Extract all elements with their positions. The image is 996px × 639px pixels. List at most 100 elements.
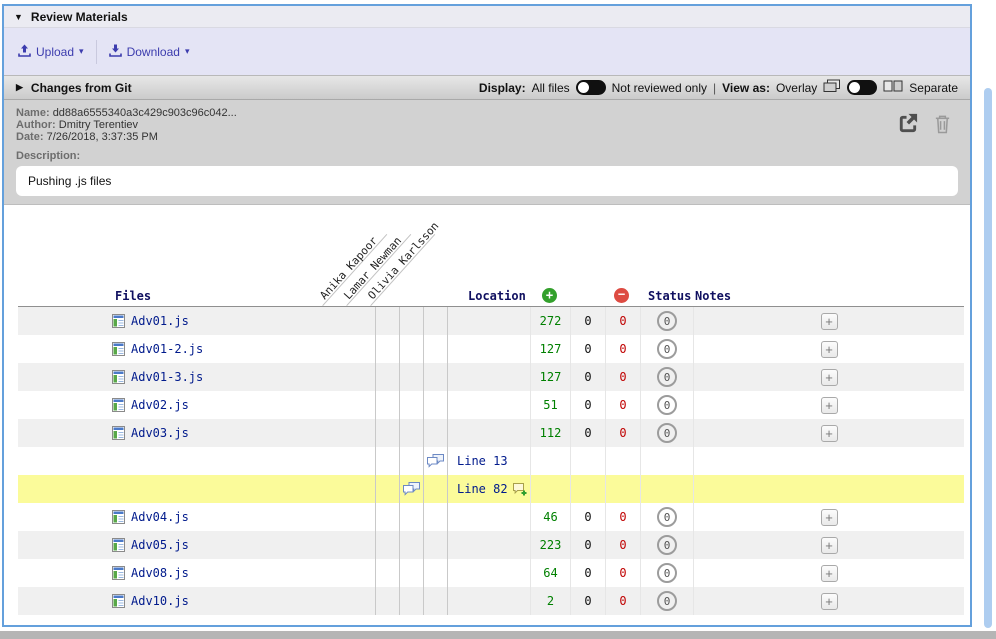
add-note-button[interactable]: +	[821, 313, 838, 330]
status-cell: 0	[640, 531, 693, 559]
download-label: Download	[127, 45, 180, 59]
file-link[interactable]: Adv08.js	[131, 566, 189, 580]
status-badge[interactable]: 0	[657, 311, 677, 331]
reviewer-cell	[375, 363, 399, 391]
file-row: Adv01.js272000+	[18, 307, 964, 335]
add-note-button[interactable]: +	[821, 593, 838, 610]
section-header[interactable]: ▶ Changes from Git	[16, 81, 132, 95]
file-icon	[112, 510, 125, 524]
description-text: Pushing .js files	[28, 174, 111, 188]
removed-count	[605, 475, 640, 503]
location-cell	[447, 363, 530, 391]
reviewer-cell	[399, 335, 423, 363]
notes-cell: +	[693, 419, 964, 447]
file-link[interactable]: Adv02.js	[131, 398, 189, 412]
removed-count: 0	[605, 335, 640, 363]
changelist-metadata: Name: dd88a6555340a3c429c903c96c042... A…	[4, 100, 970, 205]
row-gutter	[18, 419, 110, 447]
file-link[interactable]: Adv04.js	[131, 510, 189, 524]
download-button[interactable]: Download ▾	[109, 44, 190, 60]
file-cell: Adv01-3.js	[110, 363, 375, 391]
display-option-not-reviewed[interactable]: Not reviewed only	[612, 81, 707, 95]
file-icon	[112, 594, 125, 608]
add-note-button[interactable]: +	[821, 341, 838, 358]
add-note-button[interactable]: +	[821, 565, 838, 582]
reviewer-cell	[423, 363, 447, 391]
status-badge[interactable]: 0	[657, 339, 677, 359]
file-link[interactable]: Adv01.js	[131, 314, 189, 328]
status-cell: 0	[640, 587, 693, 615]
reviewer-cell	[423, 335, 447, 363]
reviewer-cell	[375, 391, 399, 419]
expand-triangle-icon[interactable]: ▶	[16, 82, 23, 93]
add-note-button[interactable]: +	[821, 509, 838, 526]
status-cell: 0	[640, 391, 693, 419]
row-gutter	[18, 391, 110, 419]
modified-count	[570, 447, 605, 475]
view-option-separate[interactable]: Separate	[909, 81, 958, 95]
display-toggle[interactable]	[576, 80, 606, 95]
reviewer-cell	[375, 503, 399, 531]
modified-count: 0	[570, 335, 605, 363]
status-badge[interactable]: 0	[657, 367, 677, 387]
comment-bubble-icon[interactable]	[426, 453, 445, 469]
reviewer-cell	[423, 475, 447, 503]
bottom-strip	[0, 631, 996, 639]
comment-bubble-icon[interactable]	[402, 481, 421, 497]
scrollbar-thumb[interactable]	[984, 88, 992, 628]
comment-row: Line 82	[18, 475, 964, 503]
view-toggle[interactable]	[847, 80, 877, 95]
meta-name-line: Name: dd88a6555340a3c429c903c96c042...	[16, 107, 958, 119]
file-link[interactable]: Adv10.js	[131, 594, 189, 608]
status-badge[interactable]: 0	[657, 535, 677, 555]
upload-button[interactable]: Upload ▾	[18, 44, 84, 60]
added-count: 112	[530, 419, 570, 447]
status-badge[interactable]: 0	[657, 395, 677, 415]
view-option-overlay[interactable]: Overlay	[776, 81, 817, 95]
file-row: Adv01-2.js127000+	[18, 335, 964, 363]
notes-cell: +	[693, 335, 964, 363]
row-gutter	[18, 335, 110, 363]
file-link[interactable]: Adv01-3.js	[131, 370, 203, 384]
file-link[interactable]: Adv03.js	[131, 426, 189, 440]
panel-titlebar[interactable]: ▼ Review Materials	[4, 6, 970, 28]
status-badge[interactable]: 0	[657, 591, 677, 611]
trash-icon[interactable]	[933, 113, 952, 140]
collapse-triangle-icon[interactable]: ▼	[14, 12, 23, 22]
panel-title: Review Materials	[31, 10, 128, 24]
reviewer-cell	[399, 307, 423, 335]
file-link[interactable]: Adv05.js	[131, 538, 189, 552]
display-option-all-files[interactable]: All files	[532, 81, 570, 95]
author-label: Author:	[16, 119, 56, 131]
file-row: Adv01-3.js127000+	[18, 363, 964, 391]
reviewer-cell	[399, 447, 423, 475]
file-link[interactable]: Adv01-2.js	[131, 342, 203, 356]
removed-count: 0	[605, 363, 640, 391]
location-link[interactable]: Line 13	[457, 454, 508, 468]
options-divider: |	[713, 81, 716, 95]
file-cell: Adv01-2.js	[110, 335, 375, 363]
status-badge[interactable]: 0	[657, 423, 677, 443]
location-cell	[447, 307, 530, 335]
file-row: Adv05.js223000+	[18, 531, 964, 559]
comment-row: Line 13	[18, 447, 964, 475]
row-gutter	[18, 531, 110, 559]
add-note-button[interactable]: +	[821, 397, 838, 414]
added-count: 46	[530, 503, 570, 531]
location-link[interactable]: Line 82	[457, 482, 508, 496]
add-comment-icon[interactable]	[512, 482, 528, 497]
status-badge[interactable]: 0	[657, 507, 677, 527]
file-cell: Adv02.js	[110, 391, 375, 419]
modified-count: 0	[570, 531, 605, 559]
open-external-icon[interactable]	[896, 112, 919, 140]
notes-cell: +	[693, 531, 964, 559]
added-count: 2	[530, 587, 570, 615]
status-cell: 0	[640, 307, 693, 335]
add-note-button[interactable]: +	[821, 425, 838, 442]
added-count: 51	[530, 391, 570, 419]
toggle-knob	[849, 82, 860, 93]
status-badge[interactable]: 0	[657, 563, 677, 583]
add-note-button[interactable]: +	[821, 369, 838, 386]
description-box[interactable]: Pushing .js files	[16, 166, 958, 196]
add-note-button[interactable]: +	[821, 537, 838, 554]
